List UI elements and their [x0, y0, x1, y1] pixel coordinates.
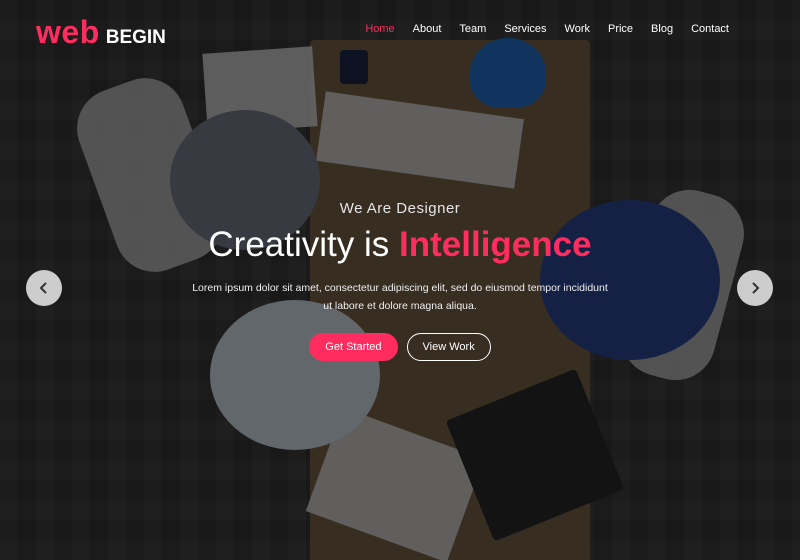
main-nav: Home About Team Services Work Price Blog…: [356, 23, 738, 35]
chevron-left-icon: [39, 282, 47, 294]
hero-slider: web BEGIN Home About Team Services Work …: [0, 0, 800, 560]
hero-description: Lorem ipsum dolor sit amet, consectetur …: [180, 279, 620, 315]
hero-subtitle: We Are Designer: [339, 200, 461, 217]
hero-title-highlight: Intelligence: [399, 225, 592, 264]
hero-buttons: Get Started View Work: [0, 333, 800, 361]
logo-primary-text: web: [36, 14, 100, 50]
hero-content: We Are Designer Creativity is Intelligen…: [0, 200, 800, 361]
get-started-button[interactable]: Get Started: [309, 333, 398, 361]
hero-description-line: Lorem ipsum dolor sit amet, consectetur …: [192, 282, 608, 294]
hero-title-prefix: Creativity is: [208, 225, 390, 264]
nav-team[interactable]: Team: [450, 23, 495, 35]
nav-price[interactable]: Price: [599, 23, 642, 35]
logo[interactable]: web BEGIN: [36, 14, 166, 51]
hero-title: Creativity is Intelligence: [0, 225, 800, 265]
nav-home[interactable]: Home: [356, 23, 403, 35]
chevron-right-icon: [752, 282, 760, 294]
hero-description-line: ut labore et dolore magna aliqua.: [323, 300, 477, 312]
nav-work[interactable]: Work: [556, 23, 599, 35]
logo-secondary-text: BEGIN: [105, 27, 166, 48]
nav-services[interactable]: Services: [495, 23, 555, 35]
view-work-button[interactable]: View Work: [406, 333, 491, 361]
slider-prev-button[interactable]: [26, 270, 62, 306]
site-header: web BEGIN Home About Team Services Work …: [0, 0, 800, 62]
nav-contact[interactable]: Contact: [682, 23, 738, 35]
nav-blog[interactable]: Blog: [642, 23, 682, 35]
nav-about[interactable]: About: [404, 23, 451, 35]
slider-next-button[interactable]: [737, 270, 773, 306]
